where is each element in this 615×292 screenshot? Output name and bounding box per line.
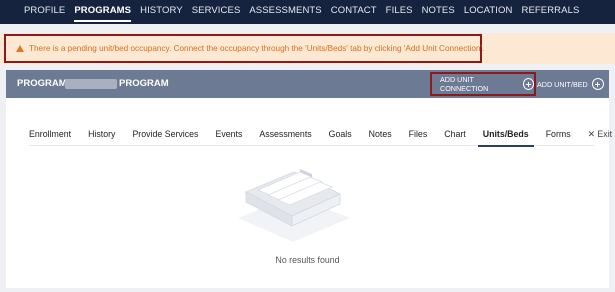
pending-occupancy-warning: There is a pending unit/bed occupancy. C… <box>0 33 615 64</box>
nav-referrals[interactable]: REFERRALS <box>521 0 579 24</box>
program-content-card: Enrollment History Provide Services Even… <box>6 98 612 288</box>
nav-programs[interactable]: PROGRAMS <box>74 0 131 24</box>
nav-history[interactable]: HISTORY <box>140 0 183 24</box>
warning-icon <box>16 45 24 52</box>
tab-notes[interactable]: Notes <box>369 122 392 146</box>
nav-profile[interactable]: PROFILE <box>24 0 65 24</box>
tab-events[interactable]: Events <box>215 122 242 146</box>
tab-chart[interactable]: Chart <box>444 122 466 146</box>
add-unit-bed-label: ADD UNIT/BED <box>537 79 588 89</box>
tab-forms[interactable]: Forms <box>546 122 571 146</box>
empty-state-illustration <box>238 169 350 242</box>
plus-circle-icon <box>591 78 604 90</box>
warning-highlight-box: There is a pending unit/bed occupancy. C… <box>4 34 485 63</box>
nav-contact[interactable]: CONTACT <box>331 0 377 24</box>
nav-services[interactable]: SERVICES <box>192 0 241 24</box>
tab-files[interactable]: Files <box>409 122 428 146</box>
warning-text: There is a pending unit/bed occupancy. C… <box>29 44 485 53</box>
program-header: PROGRAM: PROGRAM ADD UNIT CONNECTION ADD… <box>6 70 609 98</box>
tab-enrollment[interactable]: Enrollment <box>29 122 71 146</box>
nav-location[interactable]: LOCATION <box>464 0 513 24</box>
tab-units-beds[interactable]: Units/Beds <box>477 122 534 147</box>
plus-circle-icon <box>522 78 534 90</box>
program-label: PROGRAM: <box>17 78 70 89</box>
no-results-text: No results found <box>275 255 340 265</box>
tab-provide-services[interactable]: Provide Services <box>132 122 198 146</box>
nav-files[interactable]: FILES <box>386 0 413 24</box>
nav-notes[interactable]: NOTES <box>422 0 455 24</box>
program-tabs: Enrollment History Provide Services Even… <box>29 122 612 147</box>
top-navigation: PROFILE PROGRAMS HISTORY SERVICES ASSESS… <box>0 0 615 24</box>
nav-assessments[interactable]: ASSESSMENTS <box>249 0 321 24</box>
add-unit-bed-button[interactable]: ADD UNIT/BED <box>537 70 604 98</box>
tab-assessments[interactable]: Assessments <box>259 122 311 146</box>
add-unit-connection-button[interactable]: ADD UNIT CONNECTION <box>430 72 536 96</box>
program-label-suffix: PROGRAM <box>119 78 169 89</box>
tab-goals[interactable]: Goals <box>329 122 352 146</box>
tab-history[interactable]: History <box>88 122 115 146</box>
add-unit-connection-label: ADD UNIT CONNECTION <box>440 75 489 93</box>
program-name-redacted <box>65 79 117 89</box>
tab-exit[interactable]: ✕ Exit <box>588 122 612 146</box>
